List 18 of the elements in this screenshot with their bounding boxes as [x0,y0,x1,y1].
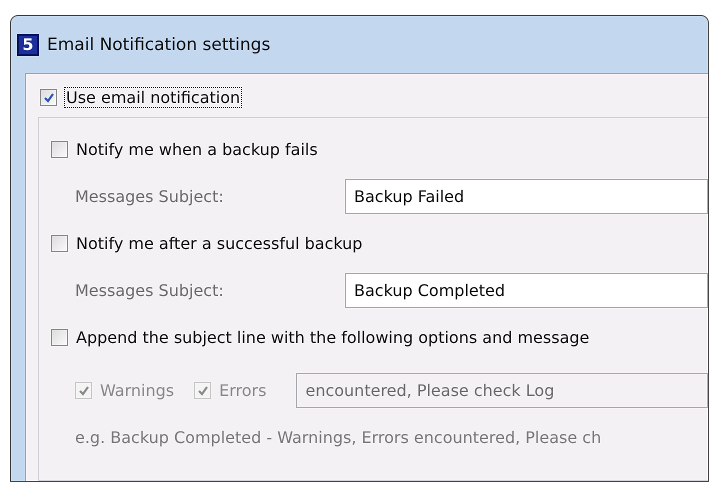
checkbox-label[interactable]: Notify me when a backup fails [76,140,318,159]
example-text: e.g. Backup Completed - Warnings, Errors encountered, Please ch [74,427,602,447]
check-icon [78,384,90,396]
input-field[interactable]: Backup Failed [345,179,708,214]
checkbox[interactable] [40,89,57,106]
checkbox-label[interactable]: Use email notification [65,88,242,107]
field-label: Messages Subject: [75,187,225,206]
checkbox[interactable] [51,329,68,346]
check-icon [196,384,209,396]
checkbox-label[interactable]: Notify me after a successful backup [76,234,362,253]
field-label: Messages Subject: [75,281,225,300]
checkbox-label[interactable]: Append the subject line with the following options and message [76,328,590,347]
check-icon [42,92,54,104]
checkbox[interactable] [51,235,68,252]
app-icon: 5 [17,34,39,56]
checkbox[interactable] [51,141,68,158]
window-title: Email Notification settings [47,34,270,54]
input-field[interactable]: Backup Completed [345,273,708,308]
